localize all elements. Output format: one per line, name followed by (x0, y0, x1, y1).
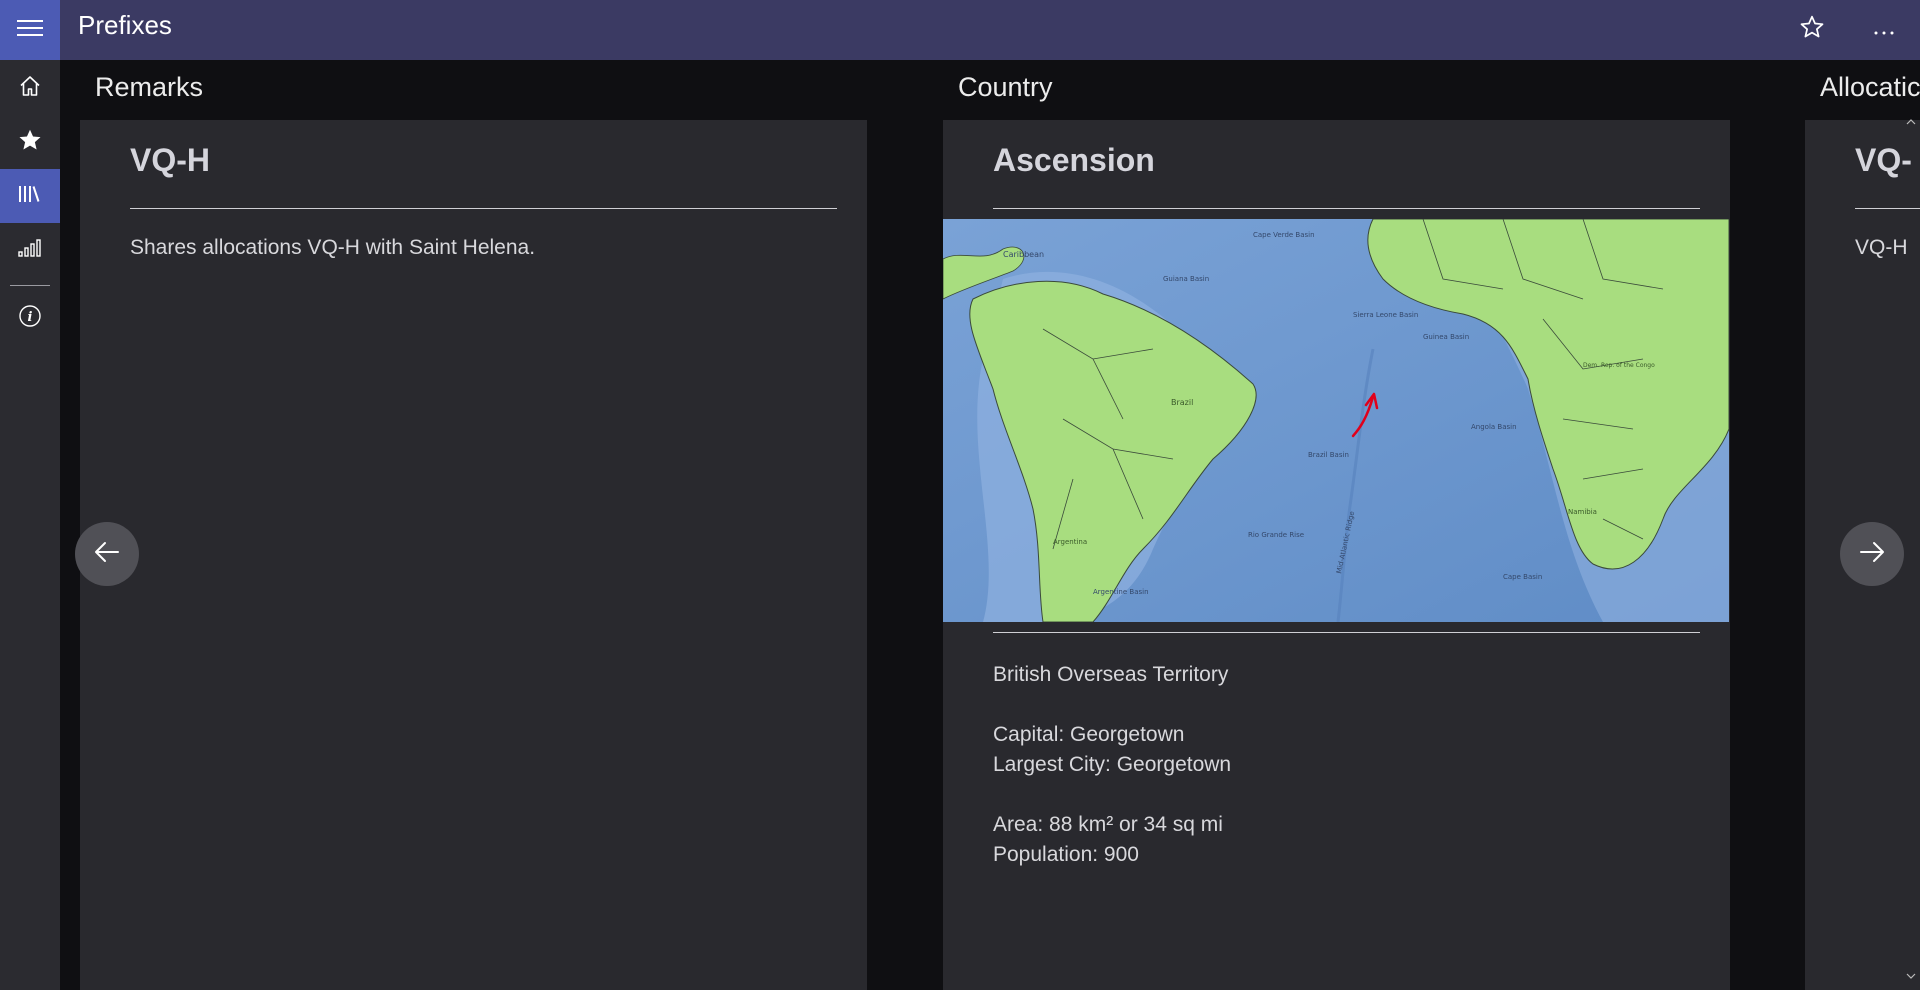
scroll-up-arrow[interactable] (1904, 118, 1918, 132)
nav-statistics[interactable] (0, 223, 60, 277)
nav-favorites[interactable] (0, 115, 60, 169)
remarks-divider (130, 208, 837, 209)
arrow-left-icon (94, 541, 120, 568)
signal-bars-icon (17, 236, 43, 265)
chevron-up-icon (1906, 119, 1916, 125)
map-label: Guinea Basin (1423, 333, 1469, 341)
map-label: Dem. Rep. of the Congo (1583, 362, 1655, 369)
app-title: Prefixes (78, 10, 172, 40)
library-icon (17, 182, 43, 211)
hamburger-icon (17, 18, 43, 43)
country-population: Population: 900 (993, 843, 1139, 866)
country-header: Country (958, 72, 1053, 102)
content-area: Remarks VQ-H Shares allocations VQ-H wit… (60, 60, 1920, 990)
country-title-divider (993, 208, 1700, 209)
allocation-text: VQ-H (1855, 236, 1908, 259)
nav-about[interactable]: i (0, 296, 60, 340)
remarks-header: Remarks (95, 72, 204, 102)
remarks-text: Shares allocations VQ-H with Saint Helen… (130, 236, 536, 259)
map-label: Sierra Leone Basin (1353, 311, 1418, 319)
map-label: Brazil Basin (1308, 451, 1349, 459)
star-outline-icon (1799, 14, 1825, 47)
next-button[interactable] (1840, 522, 1904, 586)
map-label: Caribbean (1003, 250, 1044, 259)
country-card: Ascension Caribbean Cape Verde Basin Gui… (943, 120, 1730, 990)
map-label: Brazil (1171, 398, 1193, 407)
map-label: Cape Basin (1503, 573, 1542, 581)
chevron-down-icon (1906, 973, 1916, 979)
star-icon (17, 127, 43, 158)
map-label: Cape Verde Basin (1253, 231, 1315, 239)
map-label: Guiana Basin (1163, 275, 1209, 283)
title-bar: Prefixes (0, 0, 1920, 60)
country-largest-city: Largest City: Georgetown (993, 753, 1232, 776)
country-area: Area: 88 km² or 34 sq mi (993, 813, 1223, 836)
previous-button[interactable] (75, 522, 139, 586)
country-capital: Capital: Georgetown (993, 723, 1185, 746)
allocation-header: Allocatic (1820, 72, 1920, 102)
nav-library[interactable] (0, 169, 60, 223)
country-status: British Overseas Territory (993, 663, 1229, 686)
hamburger-menu-button[interactable] (0, 0, 60, 60)
info-icon: i (18, 304, 42, 333)
nav-home[interactable] (0, 61, 60, 115)
arrow-right-icon (1859, 541, 1885, 568)
remarks-card: VQ-H Shares allocations VQ-H with Saint … (80, 120, 867, 990)
country-title: Ascension (993, 142, 1155, 178)
scroll-down-arrow[interactable] (1904, 972, 1918, 986)
allocation-divider (1855, 208, 1920, 209)
navigation-rail: i (0, 60, 60, 990)
remarks-title: VQ-H (130, 142, 210, 178)
title-actions (1776, 0, 1920, 60)
allocation-title: VQ- (1855, 142, 1912, 178)
svg-text:i: i (28, 310, 33, 325)
favorite-button[interactable] (1776, 0, 1848, 60)
home-icon (18, 74, 42, 103)
more-icon (1873, 19, 1895, 42)
map-label: Argentina (1053, 538, 1087, 546)
location-map[interactable]: Caribbean Cape Verde Basin Guiana Basin … (943, 219, 1729, 622)
map-label: Argentine Basin (1093, 588, 1149, 596)
map-label: Rio Grande Rise (1248, 531, 1304, 539)
more-options-button[interactable] (1848, 0, 1920, 60)
map-label: Namibia (1568, 508, 1597, 516)
country-map-divider (993, 632, 1700, 633)
nav-divider (10, 285, 50, 286)
map-label: Angola Basin (1471, 423, 1517, 431)
